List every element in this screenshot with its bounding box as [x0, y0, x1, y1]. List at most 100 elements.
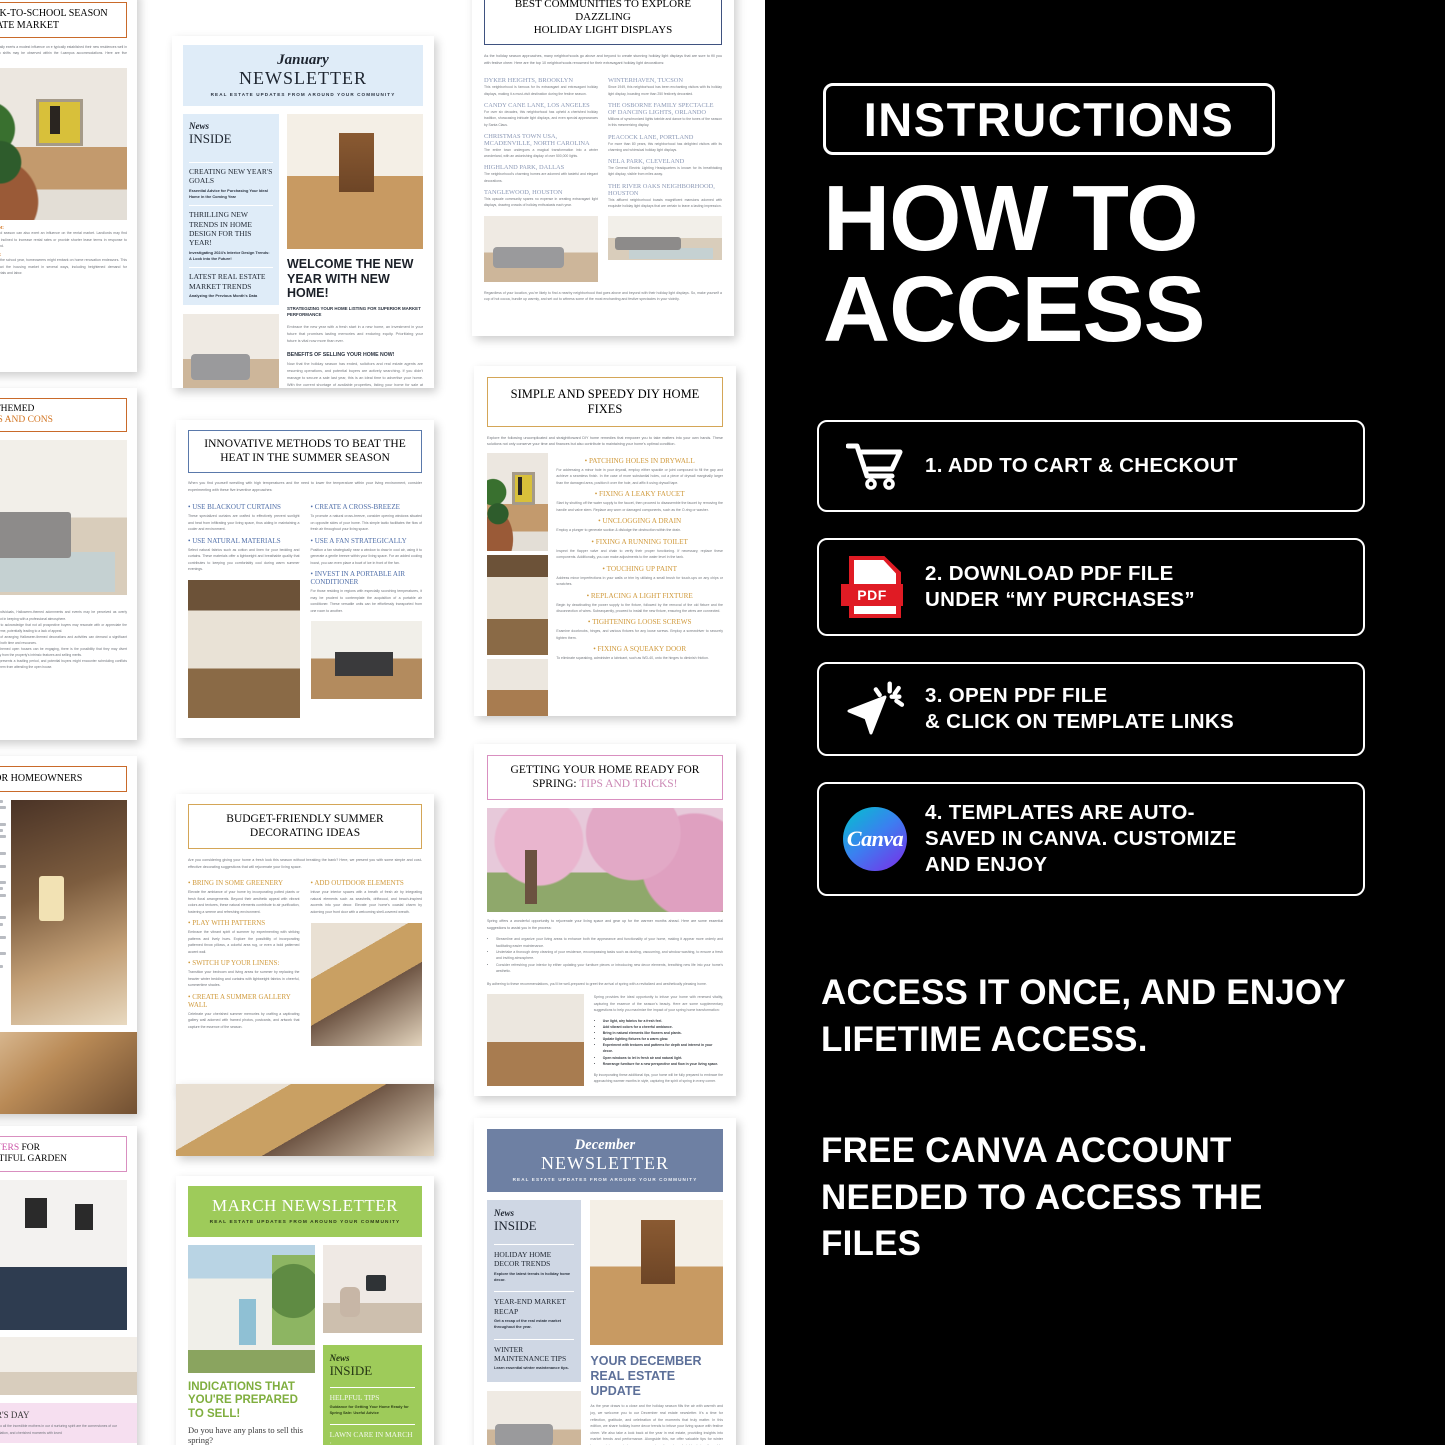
jan-kicker: STRATEGIZING YOUR HOME LISTING FOR SUPER… [287, 305, 421, 318]
bth-heading: CREATE A CROSS-BREEZE [314, 503, 400, 512]
gp-footer-title: OTHER'S DAY [0, 1410, 30, 1421]
step-2-download-pdf[interactable]: PDF 2. DOWNLOAD PDF FILE UNDER “MY PURCH… [817, 538, 1365, 636]
hl-body: Since 1949, this neighborhood has been e… [608, 85, 722, 96]
hw-con-item: While these themed open houses can be en… [0, 646, 127, 658]
hl-body: The neighborhood's charming homes are ad… [484, 172, 598, 183]
click-cursor-icon [833, 681, 917, 737]
diy-heading: TOUCHING UP PAINT [606, 564, 677, 573]
diy-title: SIMPLE AND SPEEDY DIY HOME FIXES [510, 387, 700, 416]
diy-heading: UNCLOGGING A DRAIN [602, 517, 682, 526]
step-2-label: 2. DOWNLOAD PDF FILE UNDER “MY PURCHASES… [917, 561, 1195, 613]
sp-bullet: Streamline and organize your living area… [496, 936, 723, 949]
sp-right-col: Spring provides the ideal opportunity to… [594, 994, 723, 1086]
bs-left-col: • BRING IN SOME GREENERY Elevate the amb… [188, 879, 300, 1029]
dec-news-script: News [494, 1208, 514, 1218]
step-2-line-2: UNDER “MY PURCHASES” [925, 588, 1195, 611]
sp-bullets: Streamline and organize your living area… [487, 936, 723, 975]
step-3-open-pdf[interactable]: 3. OPEN PDF FILE & CLICK ON TEMPLATE LIN… [817, 662, 1365, 756]
diy-body: Examine doorknobs, hinges, and various f… [556, 629, 723, 640]
bs-body: Elevate the ambiance of your home by inc… [188, 890, 300, 914]
step-3-line-2: & CLICK ON TEMPLATE LINKS [925, 710, 1234, 733]
step-3-label: 3. OPEN PDF FILE & CLICK ON TEMPLATE LIN… [917, 683, 1234, 735]
hl-photo-1 [484, 215, 598, 282]
collage-page-march-newsletter[interactable]: MARCH NEWSLETTER REAL ESTATE UPDATES FRO… [176, 1176, 434, 1445]
dec-word: NEWSLETTER [541, 1153, 669, 1173]
hw-title-1: EN-THEMED [0, 404, 35, 414]
diy-heading: REPLACING A LIGHT FIXTURE [590, 591, 693, 600]
diy-body: Inspect the flapper valve and chain to v… [556, 548, 723, 560]
bs-body: Celebrate your cherished summer memories… [188, 1011, 300, 1029]
collage-page-back-to-school[interactable]: BACK-TO-SCHOOL SEASON ESTATE MARKET seas… [0, 0, 137, 372]
collage-page-beat-the-heat[interactable]: INNOVATIVE METHODS TO BEAT THE HEAT IN T… [176, 420, 434, 738]
step-1-add-to-cart[interactable]: 1. ADD TO CART & CHECKOUT [817, 420, 1365, 512]
mar-headline-1: INDICATIONS THAT [188, 1381, 295, 1393]
jan-para-2: Now that the holiday season has ended, s… [287, 362, 423, 388]
bth-heading: USE A FAN STRATEGICALLY [314, 536, 407, 545]
hl-title-2: HOLIDAY LIGHT DISPLAYS [533, 23, 673, 36]
jan-toc-col: News INSIDE CREATING NEW YEAR'S GOALS Es… [183, 114, 279, 388]
diy-heading: FIXING A SQUEAKY DOOR [597, 645, 687, 654]
bth-body: Select natural fabrics such as cotton an… [188, 547, 300, 572]
bs-photo [310, 923, 422, 1047]
collage-page-diy-fixes[interactable]: SIMPLE AND SPEEDY DIY HOME FIXES Explore… [474, 366, 736, 716]
jan-word: NEWSLETTER [239, 68, 367, 88]
dec-month: December [574, 1137, 636, 1153]
ht-photo-1 [11, 799, 127, 1025]
collage-page-budget-summer-bleed [176, 1084, 434, 1156]
step-4-canva-autosave[interactable]: Canva 4. TEMPLATES ARE AUTO- SAVED IN CA… [817, 782, 1365, 896]
jan-photo-1 [287, 114, 423, 249]
bth-intro: When you find yourself wrestling with hi… [188, 481, 422, 492]
collage-page-homeowners-tips[interactable]: G FOR HOMEOWNERS [0, 756, 137, 1114]
collage-page-spring-ready[interactable]: GETTING YOUR HOME READY FOR SPRING: TIPS… [474, 744, 736, 1096]
collage-page-budget-summer[interactable]: BUDGET-FRIENDLY SUMMER DECORATING IDEAS … [176, 794, 434, 1092]
hl-heading: PEACOCK LANE, PORTLAND [608, 133, 694, 141]
mar-toc-desc: Guidance for Getting Your Home Ready for… [329, 1404, 409, 1416]
hl-heading: HIGHLAND PARK, DALLAS [484, 164, 565, 172]
mar-news-inside: INSIDE [329, 1363, 373, 1378]
bth-right-col: • CREATE A CROSS-BREEZE To promote a nat… [310, 499, 422, 717]
collage-page-garden-pointers[interactable]: OINTERS FOR EAUTIFUL GARDEN OTHER'S D [0, 1126, 137, 1445]
jan-para-1: Embrace the new year with a fresh start … [287, 325, 423, 344]
dec-photo-1 [590, 1200, 723, 1345]
collage-page-halloween[interactable]: EN-THEMED PROS AND CONS CONS: For certai… [0, 388, 137, 740]
hl-title-1: BEST COMMUNITIES TO EXPLORE DAZZLING [514, 0, 692, 23]
instructions-panel: INSTRUCTIONS HOW TO ACCESS 1. ADD TO CAR… [765, 0, 1445, 1445]
canva-wordmark: Canva [846, 826, 904, 851]
jan-toc-desc: Essential Advice for Purchasing Your Ide… [189, 187, 268, 199]
dec-photo-2 [487, 1390, 582, 1445]
gp-title-1b: FOR [19, 1143, 40, 1153]
sp-title-2b: TIPS AND TRICKS! [579, 777, 678, 790]
collage-page-december-newsletter[interactable]: December NEWSLETTER REAL ESTATE UPDATES … [474, 1118, 736, 1445]
hl-intro: As the holiday season approaches, many n… [484, 53, 722, 65]
step-2-line-1: 2. DOWNLOAD PDF FILE [925, 561, 1174, 585]
bts-intro: season, it traditionally exerts a modest… [0, 44, 127, 55]
sp-right-bullets: Use light, airy fabrics for a fresh feel… [594, 1018, 723, 1067]
step-4-line-1: 4. TEMPLATES ARE AUTO- [925, 800, 1195, 824]
dec-toc-desc: Explore the latest trends in holiday hom… [494, 1270, 571, 1282]
dec-main-col: YOUR DECEMBER REAL ESTATE UPDATE As the … [590, 1200, 723, 1445]
step-3-line-1: 3. OPEN PDF FILE [925, 683, 1108, 707]
collage-page-holiday-lights[interactable]: BEST COMMUNITIES TO EXPLORE DAZZLING HOL… [472, 0, 734, 336]
bts-title-2: ESTATE MARKET [0, 19, 60, 31]
collage-page-january-newsletter[interactable]: January NEWSLETTER REAL ESTATE UPDATES F… [172, 36, 434, 388]
ht-left-lines [0, 799, 7, 1025]
diy-photo-1 [487, 452, 549, 551]
instructions-badge: INSTRUCTIONS [823, 83, 1275, 155]
diy-intro: Explore the following uncomplicated and … [487, 435, 723, 447]
hl-left-col: DYKER HEIGHTS, BROOKLYN This neighborhoo… [484, 73, 598, 282]
jan-news-script: News [189, 121, 209, 131]
ht-photo-2 [0, 1031, 137, 1114]
dec-toc-title: YEAR-END MARKET RECAP [494, 1297, 566, 1316]
hl-closing: Regardless of your location, you're like… [484, 290, 722, 302]
jan-toc-title: CREATING NEW YEAR'S GOALS [189, 167, 273, 186]
bs-bleed-photo [176, 1084, 434, 1156]
page-title-line-2: ACCESS [823, 257, 1206, 362]
hw-cons-list: For certain individuals, Halloween-theme… [0, 609, 127, 670]
hl-heading: NELA PARK, CLEVELAND [608, 158, 685, 166]
jan-news-inside: INSIDE [189, 131, 232, 146]
canva-logo-icon: Canva [833, 807, 917, 871]
jan-toc-desc: Investigating 2024's Interior Design Tre… [189, 249, 270, 261]
mar-photo-2 [322, 1245, 422, 1333]
hl-heading: DYKER HEIGHTS, BROOKLYN [484, 77, 574, 85]
hl-heading: THE RIVER OAKS NEIGHBORHOOD, HOUSTON [608, 182, 715, 197]
